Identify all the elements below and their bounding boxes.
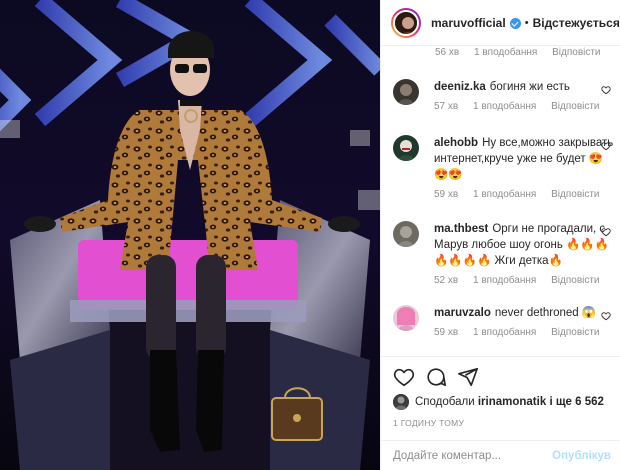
comment-username[interactable]: alehobb [434, 137, 478, 149]
comment-likes[interactable]: 1 вподобання [473, 275, 536, 286]
commenter-avatar[interactable] [393, 221, 419, 247]
commenter-avatar[interactable] [393, 135, 419, 161]
comment-text-block: maruvzalo never dethroned 😱 [434, 305, 617, 321]
reply-link[interactable]: Відповісти [551, 327, 599, 338]
comment-item: deeniz.ka богиня жи есть 57 хв 1 вподобан… [393, 79, 617, 112]
comment-text: богиня жи есть [489, 81, 570, 93]
post-header: maruvofficial • Відстежується [381, 0, 620, 46]
share-icon[interactable] [457, 366, 479, 388]
comment-meta: 59 хв 1 вподобання Відповісти [434, 189, 617, 200]
comment-likes[interactable]: 1 вподобання [473, 327, 536, 338]
commenter-avatar[interactable] [393, 305, 419, 331]
owner-username[interactable]: maruvofficial [431, 16, 506, 30]
comment-username[interactable]: maruvzalo [434, 307, 491, 319]
separator-dot: • [524, 16, 529, 29]
comment-icon[interactable] [425, 366, 447, 388]
comment-meta: 52 хв 1 вподобання Відповісти [434, 275, 617, 286]
post-image [0, 0, 380, 470]
comment-time: 56 хв [435, 47, 460, 58]
comments-list[interactable]: 56 хв 1 вподобання Відповісти deeniz.ka б… [381, 47, 620, 355]
post-photo[interactable] [0, 0, 380, 470]
comment-time: 52 хв [434, 275, 459, 286]
comment-likes[interactable]: 1 вподобання [474, 47, 537, 58]
reply-link[interactable]: Відповісти [551, 275, 599, 286]
comment-meta: 57 хв 1 вподобання Відповісти [434, 101, 617, 112]
comment-text-block: ma.thbest Орги не прогадали, с Марув любо… [434, 221, 617, 269]
previous-comment-meta: 56 хв 1 вподобання Відповісти [435, 47, 613, 58]
likes-count[interactable]: і ще 6 562 [549, 396, 603, 408]
liker-avatar [393, 394, 409, 410]
heart-icon[interactable] [393, 366, 415, 388]
comment-username[interactable]: deeniz.ka [434, 81, 486, 93]
comment-text-block: alehobb Ну все,можно закрывать интернет,к… [434, 135, 617, 183]
owner-avatar[interactable] [391, 7, 421, 38]
likes-prefix: Сподобали [415, 396, 475, 408]
small-heart-icon[interactable] [601, 141, 611, 151]
post-sidebar: maruvofficial • Відстежується 56 хв 1 вп… [380, 0, 620, 470]
comment-meta: 59 хв 1 вподобання Відповісти [434, 327, 617, 338]
comment-username[interactable]: ma.thbest [434, 223, 488, 235]
add-comment-bar: Опублікув [381, 440, 620, 470]
comment-text: never dethroned 😱 [494, 307, 597, 319]
comment-item: ma.thbest Орги не прогадали, с Марув любо… [393, 221, 617, 286]
comment-item: alehobb Ну все,можно закрывать интернет,к… [393, 135, 617, 200]
post-timestamp[interactable]: 1 ГОДИНУ ТОМУ [393, 418, 464, 428]
comment-input[interactable] [393, 449, 553, 462]
reply-link[interactable]: Відповісти [551, 189, 599, 200]
comment-time: 59 хв [434, 189, 459, 200]
comment-time: 57 хв [434, 101, 459, 112]
comment-time: 59 хв [434, 327, 459, 338]
reply-link[interactable]: Відповісти [551, 101, 599, 112]
reply-link[interactable]: Відповісти [552, 47, 600, 58]
comment-item: maruvzalo never dethroned 😱 59 хв 1 вподо… [393, 305, 617, 338]
publish-button[interactable]: Опублікув [552, 450, 611, 462]
following-button[interactable]: Відстежується [533, 16, 620, 30]
small-heart-icon[interactable] [601, 227, 611, 237]
comment-likes[interactable]: 1 вподобання [473, 101, 536, 112]
comment-text-block: deeniz.ka богиня жи есть [434, 79, 617, 95]
small-heart-icon[interactable] [601, 311, 611, 321]
commenter-avatar[interactable] [393, 79, 419, 105]
verified-icon [509, 18, 521, 29]
likes-summary[interactable]: Сподобали irinamonatik і ще 6 562 [393, 392, 604, 412]
action-bar [381, 356, 620, 392]
comment-likes[interactable]: 1 вподобання [473, 189, 536, 200]
liker-username[interactable]: irinamonatik [478, 396, 546, 408]
small-heart-icon[interactable] [601, 85, 611, 95]
